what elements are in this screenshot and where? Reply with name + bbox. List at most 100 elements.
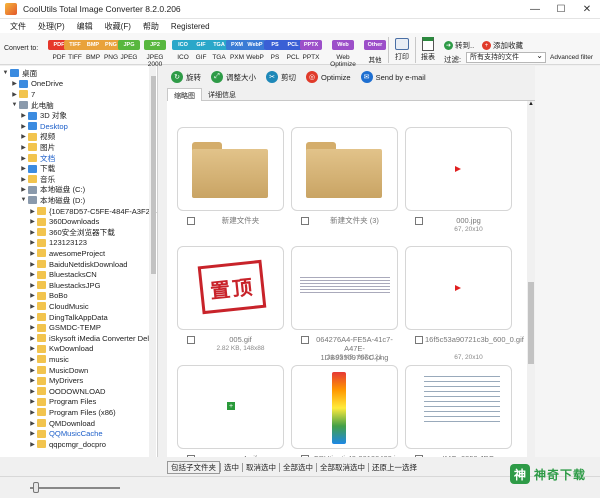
- tree-item[interactable]: ▶ 360安全浏览器下载: [29, 227, 115, 238]
- report-button[interactable]: 报表: [419, 37, 437, 64]
- zoom-slider-track[interactable]: [30, 487, 120, 489]
- collapsed-arrow-icon[interactable]: ▶: [29, 303, 36, 310]
- tree-item[interactable]: ▶ QMDownload: [29, 418, 95, 429]
- tree-item[interactable]: ▼ 桌面: [2, 68, 38, 79]
- collapsed-arrow-icon[interactable]: ▶: [29, 420, 36, 427]
- tree-item[interactable]: ▼ 此电脑: [11, 100, 54, 111]
- collapsed-arrow-icon[interactable]: ▶: [29, 218, 36, 225]
- thumbnail-card[interactable]: 新建文件夹: [177, 127, 284, 225]
- tree-item[interactable]: ▶ DingTalkAppData: [29, 312, 108, 323]
- collapsed-arrow-icon[interactable]: ▶: [29, 409, 36, 416]
- thumbnail-card[interactable]: + arrow4.gif: [177, 365, 284, 457]
- select-checkbox[interactable]: [415, 217, 423, 225]
- select-checkbox[interactable]: [301, 455, 309, 457]
- select-checkbox[interactable]: [301, 217, 309, 225]
- tree-item[interactable]: ▶ OODOWNLOAD: [29, 386, 105, 397]
- selection-link[interactable]: 全部取消选中: [317, 462, 368, 473]
- thumbnail-card[interactable]: 064276A4-FE5A-41c7-A47E-1DB93509756C.png…: [291, 246, 398, 362]
- collapsed-arrow-icon[interactable]: ▶: [20, 112, 27, 119]
- tree-item[interactable]: ▼ 本地磁盘 (D:): [20, 195, 86, 206]
- expanded-arrow-icon[interactable]: ▼: [20, 197, 27, 203]
- collapsed-arrow-icon[interactable]: ▶: [29, 324, 36, 331]
- tree-item[interactable]: ▶ 3D 对象: [20, 110, 67, 121]
- thumbnail-image[interactable]: 置顶: [177, 246, 284, 330]
- collapsed-arrow-icon[interactable]: ▶: [20, 186, 27, 193]
- expanded-arrow-icon[interactable]: ▼: [11, 102, 18, 108]
- collapsed-arrow-icon[interactable]: ▶: [29, 239, 36, 246]
- thumbnail-card[interactable]: 16f5c53a90721c3b_600_0.gif 67, 20x10: [405, 246, 524, 361]
- selection-link[interactable]: 取消选中: [243, 462, 279, 473]
- filter-dropdown[interactable]: 所有支持的文件: [466, 51, 546, 63]
- collapsed-arrow-icon[interactable]: ▶: [29, 261, 36, 268]
- panel-splitter[interactable]: [158, 66, 166, 457]
- thumbnail-scrollbar-thumb[interactable]: [528, 282, 534, 364]
- minimize-button[interactable]: —: [522, 0, 548, 19]
- format-jpeg-2000-icon[interactable]: JP2: [144, 40, 166, 50]
- select-checkbox[interactable]: [415, 336, 423, 344]
- include-subfolders-toggle[interactable]: 包括子文件夹: [167, 460, 220, 474]
- tree-item[interactable]: ▶ CloudMusic: [29, 301, 88, 312]
- action-crop-button[interactable]: ✂ 剪切: [266, 71, 296, 83]
- menu-help[interactable]: 帮助: [137, 21, 165, 32]
- thumbnail-image[interactable]: [291, 365, 398, 449]
- select-checkbox[interactable]: [187, 455, 195, 457]
- tree-item[interactable]: ▶ 360Downloads: [29, 216, 99, 227]
- advanced-filter-button[interactable]: Advanced filter: [550, 54, 593, 61]
- tab-details[interactable]: 详细信息: [202, 88, 242, 101]
- thumbnail-image[interactable]: +: [177, 365, 284, 449]
- thumbnail-image[interactable]: [405, 127, 512, 211]
- collapsed-arrow-icon[interactable]: ▶: [20, 155, 27, 162]
- collapsed-arrow-icon[interactable]: ▶: [11, 80, 18, 87]
- format-webp-icon[interactable]: WebP: [244, 40, 266, 50]
- select-checkbox[interactable]: [301, 336, 309, 344]
- thumbnail-image[interactable]: [291, 246, 398, 330]
- tree-item[interactable]: ▶ qqpcmgr_docpro: [29, 439, 106, 450]
- format-jpeg-icon[interactable]: JPG: [118, 40, 140, 50]
- collapsed-arrow-icon[interactable]: ▶: [29, 377, 36, 384]
- goto-button[interactable]: ➜ 转到..: [444, 40, 474, 51]
- collapsed-arrow-icon[interactable]: ▶: [29, 367, 36, 374]
- collapsed-arrow-icon[interactable]: ▶: [29, 271, 36, 278]
- collapsed-arrow-icon[interactable]: ▶: [29, 398, 36, 405]
- tree-item[interactable]: ▶ 本地磁盘 (C:): [20, 185, 85, 196]
- collapsed-arrow-icon[interactable]: ▶: [29, 388, 36, 395]
- tree-item[interactable]: ▶ QQMusicCache: [29, 428, 102, 439]
- tree-item[interactable]: ▶ KwDownload: [29, 344, 93, 355]
- thumbnail-image[interactable]: [177, 127, 284, 211]
- selection-link[interactable]: 选中: [221, 462, 242, 473]
- format-pptx-icon[interactable]: PPTX: [300, 40, 322, 50]
- select-checkbox[interactable]: [415, 455, 423, 457]
- close-button[interactable]: ✕: [574, 0, 600, 19]
- select-checkbox[interactable]: [187, 336, 195, 344]
- collapsed-arrow-icon[interactable]: ▶: [29, 292, 36, 299]
- tree-item[interactable]: ▶ BluestacksCN: [29, 269, 97, 280]
- menu-process[interactable]: 处理(P): [32, 21, 71, 32]
- add-favorite-button[interactable]: + 添加收藏: [482, 40, 523, 51]
- thumbnail-card[interactable]: CPUtianti-42-20190422.j: [291, 365, 398, 457]
- collapsed-arrow-icon[interactable]: ▶: [29, 356, 36, 363]
- thumbnail-card[interactable]: 000.jpg 67, 20x10: [405, 127, 512, 233]
- format-label[interactable]: PPTX: [296, 54, 326, 61]
- action-rotate-button[interactable]: ↻ 旋转: [171, 71, 201, 83]
- thumbnail-image[interactable]: [405, 365, 512, 449]
- thumbnail-image[interactable]: [291, 127, 398, 211]
- format-web-optimize-icon[interactable]: Web: [332, 40, 354, 50]
- tree-item[interactable]: ▶ 音乐: [20, 174, 55, 185]
- tree-item[interactable]: ▶ 下载: [20, 163, 55, 174]
- collapsed-arrow-icon[interactable]: ▶: [20, 133, 27, 140]
- tree-item[interactable]: ▶ BluestacksJPG: [29, 280, 100, 291]
- collapsed-arrow-icon[interactable]: ▶: [20, 176, 27, 183]
- format-label[interactable]: Web Optimize: [328, 54, 358, 68]
- selection-link[interactable]: 全部选中: [280, 462, 316, 473]
- collapsed-arrow-icon[interactable]: ▶: [29, 314, 36, 321]
- tree-item[interactable]: ▶ OneDrive: [11, 79, 63, 90]
- thumbnail-card[interactable]: 置顶 005.gif 2.82 KB, 148x88: [177, 246, 284, 352]
- maximize-button[interactable]: ☐: [548, 0, 574, 19]
- tree-item[interactable]: ▶ awesomeProject: [29, 248, 105, 259]
- tree-item[interactable]: ▶ Program Files (x86): [29, 407, 115, 418]
- collapsed-arrow-icon[interactable]: ▶: [29, 441, 36, 448]
- action-resize-button[interactable]: ⤢ 调整大小: [211, 71, 256, 83]
- zoom-slider-handle[interactable]: [33, 482, 39, 493]
- thumbnail-card[interactable]: 新建文件夹 (3): [291, 127, 398, 225]
- tree-item[interactable]: ▶ 文档: [20, 153, 55, 164]
